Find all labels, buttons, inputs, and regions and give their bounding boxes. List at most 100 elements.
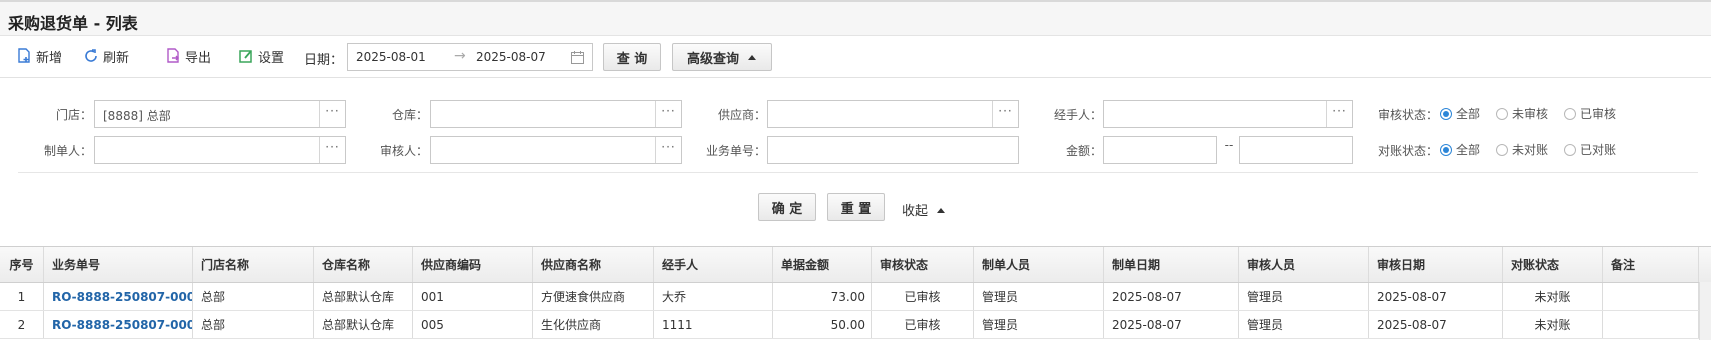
recon-option-reconciled[interactable]: 已对账 <box>1564 141 1616 158</box>
audit-status-label: 审核状态： <box>1377 108 1438 122</box>
refresh-button[interactable]: 刷新 <box>83 46 129 66</box>
vertical-scrollbar[interactable] <box>1699 282 1711 340</box>
radio-icon <box>1440 107 1452 120</box>
settings-button[interactable]: 设置 <box>238 46 284 66</box>
handler-cell: 大乔 <box>654 283 773 310</box>
audit-option-label: 未审核 <box>1512 107 1549 121</box>
reset-button[interactable]: 重 置 <box>827 193 885 221</box>
audit-date-cell: 2025-08-07 <box>1369 311 1503 338</box>
audit-option-all[interactable]: 全部 <box>1440 105 1480 122</box>
create-date-cell: 2025-08-07 <box>1104 283 1239 310</box>
column-header[interactable]: 审核状态 <box>872 247 974 282</box>
advanced-query-button[interactable]: 高级查询 <box>672 43 772 71</box>
supplier-name-cell: 生化供应商 <box>533 311 654 338</box>
amount-min-input[interactable] <box>1103 136 1217 164</box>
column-header[interactable]: 备注 <box>1603 247 1699 282</box>
recon-option-unreconciled[interactable]: 未对账 <box>1496 141 1548 158</box>
grid-header-row: 序号 业务单号 门店名称 仓库名称 供应商编码 供应商名称 经手人 单据金额 审… <box>0 247 1711 283</box>
audit-status-radio-group: 全部 未审核 已审核 <box>1440 105 1632 122</box>
page-header: 采购退货单 - 列表 <box>0 0 1711 36</box>
recon-option-label: 未对账 <box>1512 143 1549 157</box>
audit-date-cell: 2025-08-07 <box>1369 283 1503 310</box>
store-label: 门店： <box>55 108 92 122</box>
audit-option-audited[interactable]: 已审核 <box>1564 105 1616 122</box>
column-header[interactable]: 供应商名称 <box>533 247 654 282</box>
amount-cell: 50.00 <box>773 311 872 338</box>
column-header[interactable]: 仓库名称 <box>314 247 413 282</box>
recon-option-all[interactable]: 全部 <box>1440 141 1480 158</box>
column-header[interactable]: 审核人员 <box>1239 247 1369 282</box>
remark-cell <box>1603 311 1699 338</box>
audit-option-label: 已审核 <box>1580 107 1617 121</box>
data-grid: 序号 业务单号 门店名称 仓库名称 供应商编码 供应商名称 经手人 单据金额 审… <box>0 246 1711 339</box>
column-header[interactable]: 对账状态 <box>1503 247 1603 282</box>
radio-icon <box>1496 107 1509 120</box>
column-header[interactable]: 门店名称 <box>193 247 314 282</box>
advanced-query-label: 高级查询 <box>686 51 739 67</box>
auditor-label: 审核人： <box>379 144 428 158</box>
recon-status-cell: 未对账 <box>1503 311 1603 338</box>
warehouse-picker-button[interactable]: ··· <box>655 101 681 127</box>
supplier-field[interactable]: ··· <box>767 100 1019 128</box>
column-header[interactable]: 单据金额 <box>773 247 872 282</box>
bizno-link[interactable]: RO-8888-250807-0005 <box>52 290 192 304</box>
column-header[interactable]: 供应商编码 <box>413 247 533 282</box>
amount-max-input[interactable] <box>1239 136 1353 164</box>
warehouse-field[interactable]: ··· <box>430 100 682 128</box>
recon-option-label: 已对账 <box>1580 143 1617 157</box>
query-button[interactable]: 查 询 <box>603 43 661 71</box>
remark-cell <box>1603 283 1699 310</box>
amount-label: 金额： <box>1065 144 1102 158</box>
bizno-cell: RO-8888-250807-0004 <box>44 311 193 338</box>
store-value: [8888] 总部 <box>103 109 171 123</box>
auditor-cell: 管理员 <box>1239 283 1369 310</box>
amount-cell: 73.00 <box>773 283 872 310</box>
creator-label: 制单人： <box>43 144 92 158</box>
confirm-button[interactable]: 确 定 <box>758 193 816 221</box>
export-icon <box>167 48 179 63</box>
table-row[interactable]: 1 RO-8888-250807-0005 总部 总部默认仓库 001 方便速食… <box>0 283 1711 311</box>
column-header[interactable]: 制单人员 <box>974 247 1104 282</box>
date-to: 2025-08-07 <box>476 50 546 64</box>
amount-separator: -- <box>1224 138 1234 152</box>
column-header[interactable]: 序号 <box>0 247 44 282</box>
column-header[interactable]: 制单日期 <box>1104 247 1239 282</box>
creator-cell: 管理员 <box>974 311 1104 338</box>
page-title: 采购退货单 - 列表 <box>8 14 138 33</box>
store-cell: 总部 <box>193 311 314 338</box>
store-cell: 总部 <box>193 283 314 310</box>
collapse-label: 收起 <box>902 204 929 219</box>
radio-icon <box>1496 143 1509 156</box>
table-row[interactable]: 2 RO-8888-250807-0004 总部 总部默认仓库 005 生化供应… <box>0 311 1711 339</box>
bizno-input[interactable] <box>767 136 1019 164</box>
column-header[interactable]: 审核日期 <box>1369 247 1503 282</box>
handler-label: 经手人： <box>1053 108 1102 122</box>
date-range-input[interactable]: 2025-08-01 → 2025-08-07 <box>347 43 593 71</box>
column-header[interactable]: 业务单号 <box>44 247 193 282</box>
column-header[interactable]: 经手人 <box>654 247 773 282</box>
toolbar: 新增 刷新 导出 设置 日期： 2025-08-01 → 2025-08-07 … <box>0 36 1711 78</box>
auditor-field[interactable]: ··· <box>430 136 682 164</box>
caret-up-icon <box>937 207 946 213</box>
add-button[interactable]: 新增 <box>16 46 62 66</box>
creator-picker-button[interactable]: ··· <box>319 137 345 163</box>
collapse-button[interactable]: 收起 <box>902 200 946 219</box>
bizno-link[interactable]: RO-8888-250807-0004 <box>52 318 192 332</box>
handler-field[interactable]: ··· <box>1103 100 1353 128</box>
settings-icon <box>239 50 252 63</box>
recon-status-radio-group: 全部 未对账 已对账 <box>1440 141 1632 158</box>
bizno-label: 业务单号： <box>705 144 766 158</box>
supplier-picker-button[interactable]: ··· <box>992 101 1018 127</box>
date-arrow: → <box>454 48 466 64</box>
radio-icon <box>1564 143 1577 156</box>
export-button[interactable]: 导出 <box>165 46 211 66</box>
caret-up-icon <box>748 55 756 60</box>
creator-field[interactable]: ··· <box>94 136 346 164</box>
store-picker-button[interactable]: ··· <box>319 101 345 127</box>
calendar-icon[interactable] <box>571 51 584 64</box>
store-field[interactable]: [8888] 总部 ··· <box>94 100 346 128</box>
date-from: 2025-08-01 <box>356 50 426 64</box>
auditor-picker-button[interactable]: ··· <box>655 137 681 163</box>
handler-picker-button[interactable]: ··· <box>1326 101 1352 127</box>
audit-option-unaudited[interactable]: 未审核 <box>1496 105 1548 122</box>
